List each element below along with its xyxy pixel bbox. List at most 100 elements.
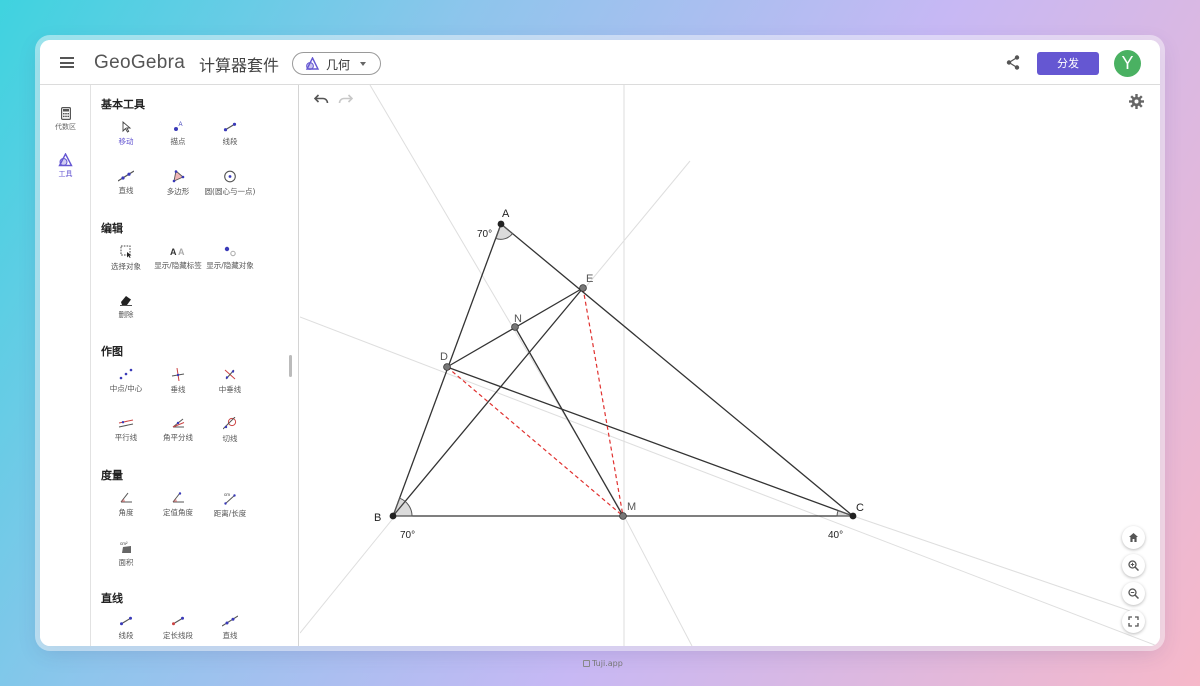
tool-show-hide-object[interactable]: 显示/隐藏对象	[204, 245, 256, 285]
distance-icon: cm	[224, 492, 236, 505]
undo-icon[interactable]	[314, 93, 329, 105]
fullscreen-button[interactable]	[1122, 610, 1145, 633]
geogebra-logo: GeoGebra	[94, 52, 186, 73]
tool-perpendicular-bisector[interactable]: 中垂线	[204, 368, 256, 408]
app-switch-dropdown[interactable]: 几何	[292, 52, 381, 75]
tool-midpoint[interactable]: 中点/中心	[100, 368, 152, 408]
tool-distance[interactable]: cm 距离/长度	[204, 492, 256, 532]
svg-text:A: A	[179, 122, 183, 128]
tool-fixed-segment[interactable]: 定长线段	[152, 615, 204, 646]
eraser-icon	[120, 296, 132, 306]
tool-label: 垂线	[170, 385, 186, 394]
cevians[interactable]	[392, 287, 854, 517]
app-header: GeoGebra 计算器套件 几何 分发 Y	[40, 40, 1160, 85]
tool-label: 角度	[118, 508, 134, 517]
tools-scrollbar[interactable]	[289, 355, 292, 377]
select-box-icon	[120, 245, 131, 258]
tool-line[interactable]: 直线	[100, 170, 152, 210]
tool-segment-2[interactable]: 线段	[100, 615, 152, 646]
tool-select-objects[interactable]: 选择对象	[100, 245, 152, 285]
tool-label: 面积	[118, 558, 134, 567]
angle-bisector-icon	[172, 418, 185, 428]
gear-icon[interactable]	[1129, 94, 1144, 109]
rail-item-tools[interactable]: 工具	[40, 153, 91, 193]
polygon-icon	[172, 170, 185, 183]
triangle-abc[interactable]	[392, 223, 854, 517]
tool-tangent[interactable]: 切线	[204, 417, 256, 457]
dashed-segments[interactable]	[446, 287, 624, 517]
tool-delete[interactable]: 删除	[100, 294, 152, 334]
tool-polygon[interactable]: 多边形	[152, 170, 204, 210]
point-a[interactable]	[497, 220, 505, 228]
rail-item-algebra[interactable]: 代数区	[40, 107, 91, 147]
group-title-measure: 度量	[101, 469, 123, 482]
tool-line-2[interactable]: 直线	[204, 615, 256, 646]
tool-label: 描点	[170, 137, 186, 146]
tool-label: 切线	[222, 434, 238, 443]
point-b[interactable]	[389, 512, 397, 520]
tool-angle[interactable]: 角度	[100, 492, 152, 532]
tool-label: 线段	[118, 631, 134, 640]
fixed-segment-icon	[172, 616, 184, 626]
label-a: A	[502, 208, 510, 220]
angle-icon	[120, 492, 132, 503]
share-button[interactable]: 分发	[1037, 52, 1099, 75]
zoom-in-button[interactable]	[1122, 554, 1145, 577]
tool-label: 显示/隐藏标签	[154, 261, 202, 270]
graphics-view[interactable]: A B C D E M N 70° 70° 40°	[300, 85, 1160, 646]
share-icon[interactable]	[1006, 55, 1020, 70]
point-e[interactable]	[579, 284, 587, 292]
fixed-angle-icon	[172, 492, 184, 503]
watermark-logo-icon	[583, 660, 590, 667]
tool-segment[interactable]: 线段	[204, 121, 256, 161]
zoom-out-icon	[1128, 588, 1139, 599]
group-title-construct: 作图	[101, 345, 123, 358]
tool-area[interactable]: cm² 面积	[100, 541, 152, 581]
tool-circle-center-point[interactable]: 圆(圆心与一点)	[204, 170, 256, 210]
tool-label: 中点/中心	[109, 384, 143, 393]
angle-label-a: 70°	[477, 229, 492, 240]
perpendicular-icon	[171, 368, 185, 381]
watermark-text: Tuji.app	[592, 659, 623, 668]
tool-label: 中垂线	[218, 385, 242, 394]
segment-icon	[223, 122, 237, 132]
point-icon: A	[174, 122, 183, 131]
tool-label: 删除	[118, 310, 134, 319]
tool-perpendicular[interactable]: 垂线	[152, 368, 204, 408]
tool-fixed-angle[interactable]: 定值角度	[152, 492, 204, 532]
point-d[interactable]	[443, 363, 451, 371]
tool-label: 角平分线	[163, 433, 193, 442]
label-b: B	[374, 512, 381, 524]
label-c: C	[856, 502, 864, 514]
tools-panel: 基本工具 移动 A 描点 线段 直线 多边形 圆(圆心与一点) 编辑 选择对象 …	[92, 85, 299, 646]
svg-text:cm: cm	[224, 492, 230, 497]
tool-parallel[interactable]: 平行线	[100, 417, 152, 457]
home-view-button[interactable]	[1122, 526, 1145, 549]
midpoint-icon	[119, 368, 133, 380]
tool-label: 距离/长度	[213, 509, 247, 518]
calculator-icon	[60, 107, 71, 120]
tool-point[interactable]: A 描点	[152, 121, 204, 161]
user-avatar[interactable]: Y	[1114, 50, 1141, 77]
svg-text:cm²: cm²	[120, 541, 128, 546]
app-switch-label: 几何	[326, 58, 351, 72]
geometry-app-icon	[305, 57, 320, 70]
tool-show-hide-label[interactable]: AA 显示/隐藏标签	[152, 245, 204, 285]
point-m[interactable]	[619, 512, 627, 520]
svg-text:A: A	[170, 247, 177, 257]
app-title: 计算器套件	[199, 56, 280, 75]
tool-label: 定值角度	[163, 508, 193, 517]
label-e: E	[586, 273, 593, 285]
tool-angle-bisector[interactable]: 角平分线	[152, 417, 204, 457]
hamburger-menu-icon[interactable]	[60, 57, 74, 68]
tool-move[interactable]: 移动	[100, 121, 152, 161]
move-cursor-icon	[122, 121, 132, 133]
zoom-out-button[interactable]	[1122, 582, 1145, 605]
view-rail: 代数区 工具	[40, 85, 91, 646]
zoom-in-icon	[1128, 560, 1139, 571]
label-toggle-icon: AA	[170, 247, 185, 257]
tool-label: 直线	[222, 631, 238, 640]
redo-icon[interactable]	[338, 93, 353, 105]
geometry-canvas[interactable]: A B C D E M N 70° 70° 40°	[300, 85, 1160, 646]
home-icon	[1129, 533, 1138, 542]
